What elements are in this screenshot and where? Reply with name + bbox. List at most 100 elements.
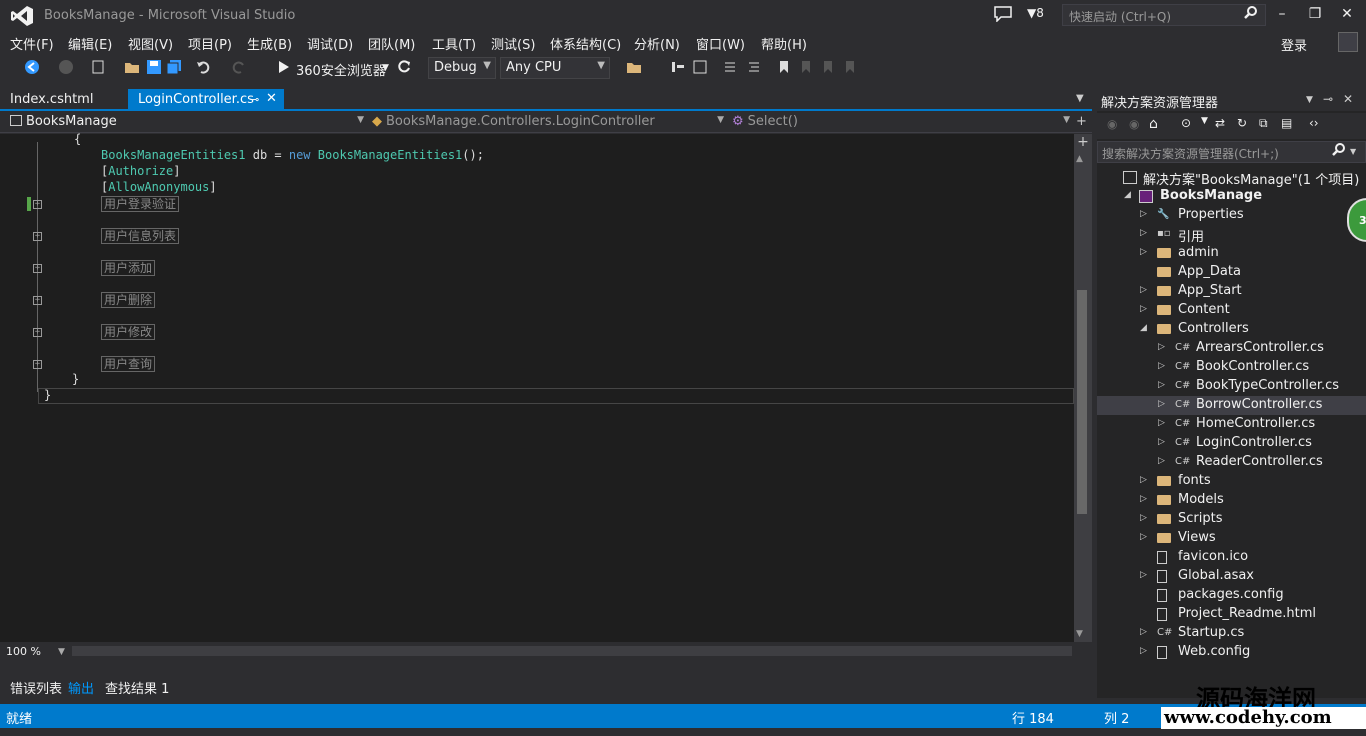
menu-debug[interactable]: 调试(D)	[307, 34, 353, 53]
align-icon[interactable]	[670, 59, 686, 75]
collapse-arrow-icon[interactable]: ◢	[1140, 323, 1147, 333]
redo-icon[interactable]	[230, 59, 246, 75]
expand-arrow-icon[interactable]: ▷	[1140, 646, 1147, 656]
menu-edit[interactable]: 编辑(E)	[68, 34, 112, 53]
collapse-arrow-icon[interactable]: ◢	[1124, 190, 1131, 200]
close-icon[interactable]: ✕	[1343, 92, 1353, 106]
refresh-icon[interactable]: ↻	[1237, 116, 1247, 130]
split-window-icon[interactable]: +	[1074, 134, 1092, 150]
collapsed-region[interactable]: 用户删除	[101, 292, 156, 308]
tree-item[interactable]: ▷ C# BookController.cs	[1097, 358, 1366, 377]
horizontal-scrollbar[interactable]	[72, 646, 1072, 656]
panel-menu-icon[interactable]: ▼	[1306, 95, 1313, 105]
tree-item[interactable]: ▷ Global.asax	[1097, 567, 1366, 586]
sync-icon[interactable]: ⇄	[1215, 116, 1225, 130]
tree-item[interactable]: packages.config	[1097, 586, 1366, 605]
expand-arrow-icon[interactable]: ▷	[1140, 532, 1147, 542]
tab-index-cshtml[interactable]: Index.cshtml	[0, 89, 128, 109]
scroll-up-icon[interactable]: ▲	[1076, 154, 1083, 164]
expand-arrow-icon[interactable]: ▷	[1140, 209, 1147, 219]
collapsed-region[interactable]: 用户查询	[101, 356, 156, 372]
tree-item[interactable]: ▷ ▪▫ 引用	[1097, 225, 1366, 245]
tree-item[interactable]: ▷ C# BookTypeController.cs	[1097, 377, 1366, 396]
scroll-down-icon[interactable]: ▼	[1076, 629, 1083, 639]
expand-region-icon[interactable]: +	[33, 360, 42, 369]
prev-bookmark-icon[interactable]	[798, 59, 814, 75]
show-all-files-icon[interactable]: ▤	[1281, 116, 1292, 130]
tree-item[interactable]: ▷ Scripts	[1097, 510, 1366, 529]
run-target-dropdown-icon[interactable]: ▼	[382, 63, 389, 73]
restore-icon[interactable]: ❐	[1307, 6, 1323, 22]
menu-test[interactable]: 测试(S)	[491, 34, 535, 53]
expand-arrow-icon[interactable]: ▷	[1140, 627, 1147, 637]
run-target-button[interactable]: 360安全浏览器	[296, 60, 386, 79]
collapse-all-icon[interactable]: ⧉	[1259, 116, 1268, 131]
tree-item[interactable]: ▷ C# ArrearsController.cs	[1097, 339, 1366, 358]
close-icon[interactable]: ✕	[1339, 6, 1355, 22]
new-project-icon[interactable]	[90, 59, 106, 75]
comment-icon[interactable]	[722, 59, 738, 75]
menu-analyze[interactable]: 分析(N)	[634, 34, 680, 53]
navigate-forward-icon[interactable]	[58, 59, 74, 75]
feedback-filter-icon[interactable]: ▼8	[1027, 6, 1044, 20]
pending-changes-icon[interactable]: ⊙	[1181, 116, 1191, 130]
save-icon[interactable]	[146, 59, 162, 75]
notification-icon[interactable]	[994, 6, 1012, 22]
menu-project[interactable]: 项目(P)	[188, 34, 232, 53]
tree-item[interactable]: 解决方案"BooksManage"(1 个项目)	[1097, 168, 1366, 188]
menu-help[interactable]: 帮助(H)	[761, 34, 807, 53]
tree-item[interactable]: ▷ C# LoginController.cs	[1097, 434, 1366, 453]
close-icon[interactable]: ✕	[266, 91, 277, 106]
tab-output[interactable]: 输出	[64, 678, 98, 697]
expand-arrow-icon[interactable]: ▷	[1158, 456, 1165, 466]
view-code-icon[interactable]: ‹›	[1309, 116, 1319, 130]
back-icon[interactable]: ◉	[1107, 117, 1117, 131]
expand-arrow-icon[interactable]: ▷	[1140, 475, 1147, 485]
tree-item[interactable]: ▷ Content	[1097, 301, 1366, 320]
chevron-down-icon[interactable]: ▼	[1350, 147, 1356, 156]
navigate-back-icon[interactable]	[24, 59, 40, 75]
expand-arrow-icon[interactable]: ▷	[1140, 494, 1147, 504]
collapsed-region[interactable]: 用户信息列表	[101, 228, 180, 244]
type-scope-select[interactable]: ◆ BooksManage.Controllers.LoginController…	[368, 113, 728, 131]
expand-arrow-icon[interactable]: ▷	[1158, 361, 1165, 371]
collapsed-region[interactable]: 用户添加	[101, 260, 156, 276]
menu-view[interactable]: 视图(V)	[128, 34, 173, 53]
save-all-icon[interactable]	[166, 59, 182, 75]
start-debugging-icon[interactable]	[276, 59, 292, 75]
platform-select[interactable]: Any CPU ▼	[500, 57, 610, 79]
search-icon[interactable]	[1332, 143, 1346, 157]
pin-icon[interactable]: ⊸	[1323, 92, 1333, 106]
find-in-files-icon[interactable]	[626, 59, 642, 75]
tree-item[interactable]: ▷ C# ReaderController.cs	[1097, 453, 1366, 472]
zoom-level[interactable]: 100 %	[6, 645, 41, 658]
expand-arrow-icon[interactable]: ▷	[1140, 247, 1147, 257]
expand-arrow-icon[interactable]: ▷	[1158, 380, 1165, 390]
expand-arrow-icon[interactable]: ▷	[1140, 304, 1147, 314]
expand-arrow-icon[interactable]: ▷	[1158, 342, 1165, 352]
tree-item[interactable]: ▷ App_Start	[1097, 282, 1366, 301]
tree-item[interactable]: ▷ fonts	[1097, 472, 1366, 491]
next-bookmark-icon[interactable]	[820, 59, 836, 75]
quick-launch-input[interactable]: 快速启动 (Ctrl+Q)	[1062, 4, 1266, 26]
refresh-icon[interactable]	[396, 59, 412, 75]
menu-build[interactable]: 生成(B)	[247, 34, 292, 53]
format-icon[interactable]	[692, 59, 708, 75]
tree-item[interactable]: favicon.ico	[1097, 548, 1366, 567]
expand-region-icon[interactable]: +	[33, 296, 42, 305]
menu-file[interactable]: 文件(F)	[10, 34, 54, 53]
project-scope-select[interactable]: BooksManage ▼	[6, 113, 368, 131]
tree-item[interactable]: Project_Readme.html	[1097, 605, 1366, 624]
tree-item[interactable]: ▷ C# BorrowController.cs	[1097, 396, 1366, 415]
forward-icon[interactable]: ◉	[1129, 117, 1139, 131]
tree-item[interactable]: ▷ C# HomeController.cs	[1097, 415, 1366, 434]
tree-item[interactable]: ▷ Views	[1097, 529, 1366, 548]
tab-error-list[interactable]: 错误列表	[6, 678, 66, 697]
search-icon[interactable]	[1244, 6, 1258, 20]
minimize-icon[interactable]: –	[1274, 6, 1290, 22]
expand-region-icon[interactable]: +	[33, 200, 42, 209]
expand-arrow-icon[interactable]: ▷	[1140, 228, 1147, 238]
tab-list-dropdown-icon[interactable]: ▼	[1076, 93, 1084, 104]
vertical-scroll-thumb[interactable]	[1077, 290, 1087, 514]
expand-arrow-icon[interactable]: ▷	[1140, 513, 1147, 523]
